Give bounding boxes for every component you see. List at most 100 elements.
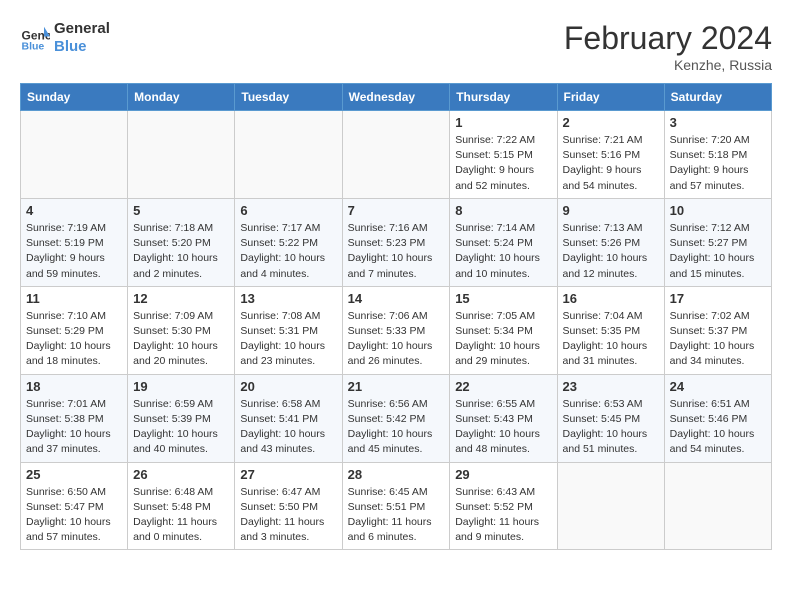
calendar-cell: 16 Sunrise: 7:04 AMSunset: 5:35 PMDayligh… [557,286,664,374]
calendar-cell: 1 Sunrise: 7:22 AMSunset: 5:15 PMDaylight… [450,111,557,199]
day-number: 12 [133,291,229,306]
calendar-cell: 9Sunrise: 7:13 AMSunset: 5:26 PMDaylight… [557,198,664,286]
day-info: Sunrise: 6:43 AMSunset: 5:52 PMDaylight:… [455,485,551,546]
day-info: Sunrise: 7:12 AMSunset: 5:27 PMDaylight:… [670,221,766,282]
weekday-header-saturday: Saturday [664,84,771,111]
day-number: 2 [563,115,659,130]
day-number: 4 [26,203,122,218]
calendar-cell: 26 Sunrise: 6:48 AMSunset: 5:48 PMDayligh… [128,462,235,550]
day-number: 13 [240,291,336,306]
calendar-cell: 4 Sunrise: 7:19 AMSunset: 5:19 PMDaylight… [21,198,128,286]
logo-text-blue: Blue [54,38,110,56]
calendar-cell: 20 Sunrise: 6:58 AMSunset: 5:41 PMDayligh… [235,374,342,462]
day-number: 1 [455,115,551,130]
day-number: 26 [133,467,229,482]
day-info: Sunrise: 7:09 AMSunset: 5:30 PMDaylight:… [133,309,229,370]
day-info: Sunrise: 7:08 AMSunset: 5:31 PMDaylight:… [240,309,336,370]
logo-icon: General Blue [20,23,50,53]
day-number: 24 [670,379,766,394]
calendar-week-row: 4 Sunrise: 7:19 AMSunset: 5:19 PMDaylight… [21,198,772,286]
day-info: Sunrise: 7:01 AMSunset: 5:38 PMDaylight:… [26,397,122,458]
calendar-cell: 10 Sunrise: 7:12 AMSunset: 5:27 PMDayligh… [664,198,771,286]
calendar-cell: 21Sunrise: 6:56 AMSunset: 5:42 PMDayligh… [342,374,450,462]
calendar-cell: 13 Sunrise: 7:08 AMSunset: 5:31 PMDayligh… [235,286,342,374]
calendar-week-row: 1 Sunrise: 7:22 AMSunset: 5:15 PMDaylight… [21,111,772,199]
calendar-week-row: 11 Sunrise: 7:10 AMSunset: 5:29 PMDayligh… [21,286,772,374]
day-info: Sunrise: 7:14 AMSunset: 5:24 PMDaylight:… [455,221,551,282]
calendar-cell: 18 Sunrise: 7:01 AMSunset: 5:38 PMDayligh… [21,374,128,462]
day-info: Sunrise: 6:48 AMSunset: 5:48 PMDaylight:… [133,485,229,546]
calendar-cell: 6 Sunrise: 7:17 AMSunset: 5:22 PMDaylight… [235,198,342,286]
weekday-header-wednesday: Wednesday [342,84,450,111]
day-info: Sunrise: 7:21 AMSunset: 5:16 PMDaylight:… [563,133,659,194]
day-info: Sunrise: 6:47 AMSunset: 5:50 PMDaylight:… [240,485,336,546]
day-info: Sunrise: 7:22 AMSunset: 5:15 PMDaylight:… [455,133,551,194]
day-number: 11 [26,291,122,306]
calendar-cell: 15 Sunrise: 7:05 AMSunset: 5:34 PMDayligh… [450,286,557,374]
day-info: Sunrise: 7:04 AMSunset: 5:35 PMDaylight:… [563,309,659,370]
weekday-header-tuesday: Tuesday [235,84,342,111]
calendar-cell: 23 Sunrise: 6:53 AMSunset: 5:45 PMDayligh… [557,374,664,462]
calendar-cell: 12 Sunrise: 7:09 AMSunset: 5:30 PMDayligh… [128,286,235,374]
calendar-cell: 3Sunrise: 7:20 AMSunset: 5:18 PMDaylight… [664,111,771,199]
day-number: 27 [240,467,336,482]
calendar-cell: 2 Sunrise: 7:21 AMSunset: 5:16 PMDaylight… [557,111,664,199]
day-number: 20 [240,379,336,394]
month-year-title: February 2024 [564,20,772,57]
day-info: Sunrise: 7:16 AMSunset: 5:23 PMDaylight:… [348,221,445,282]
location-subtitle: Kenzhe, Russia [564,57,772,73]
calendar-cell: 29 Sunrise: 6:43 AMSunset: 5:52 PMDayligh… [450,462,557,550]
logo: General Blue General Blue [20,20,110,56]
day-info: Sunrise: 6:58 AMSunset: 5:41 PMDaylight:… [240,397,336,458]
calendar-cell [21,111,128,199]
day-number: 10 [670,203,766,218]
day-info: Sunrise: 7:20 AMSunset: 5:18 PMDaylight:… [670,133,766,194]
day-info: Sunrise: 6:45 AMSunset: 5:51 PMDaylight:… [348,485,445,546]
day-info: Sunrise: 7:18 AMSunset: 5:20 PMDaylight:… [133,221,229,282]
calendar-cell: 25Sunrise: 6:50 AMSunset: 5:47 PMDayligh… [21,462,128,550]
page-header: General Blue General Blue February 2024 … [20,20,772,73]
calendar-week-row: 18 Sunrise: 7:01 AMSunset: 5:38 PMDayligh… [21,374,772,462]
day-number: 28 [348,467,445,482]
calendar-cell: 7 Sunrise: 7:16 AMSunset: 5:23 PMDaylight… [342,198,450,286]
calendar-cell [664,462,771,550]
calendar-cell: 8 Sunrise: 7:14 AMSunset: 5:24 PMDaylight… [450,198,557,286]
weekday-header-thursday: Thursday [450,84,557,111]
svg-text:Blue: Blue [22,40,45,52]
day-info: Sunrise: 7:05 AMSunset: 5:34 PMDaylight:… [455,309,551,370]
day-number: 16 [563,291,659,306]
day-info: Sunrise: 6:53 AMSunset: 5:45 PMDaylight:… [563,397,659,458]
day-info: Sunrise: 6:59 AMSunset: 5:39 PMDaylight:… [133,397,229,458]
calendar-cell: 19 Sunrise: 6:59 AMSunset: 5:39 PMDayligh… [128,374,235,462]
day-number: 22 [455,379,551,394]
day-number: 23 [563,379,659,394]
day-info: Sunrise: 7:02 AMSunset: 5:37 PMDaylight:… [670,309,766,370]
day-number: 17 [670,291,766,306]
day-number: 7 [348,203,445,218]
weekday-header-friday: Friday [557,84,664,111]
day-info: Sunrise: 7:19 AMSunset: 5:19 PMDaylight:… [26,221,122,282]
calendar-cell: 5Sunrise: 7:18 AMSunset: 5:20 PMDaylight… [128,198,235,286]
day-info: Sunrise: 7:13 AMSunset: 5:26 PMDaylight:… [563,221,659,282]
day-info: Sunrise: 6:51 AMSunset: 5:46 PMDaylight:… [670,397,766,458]
day-number: 18 [26,379,122,394]
calendar-cell [128,111,235,199]
day-number: 19 [133,379,229,394]
day-number: 15 [455,291,551,306]
day-number: 8 [455,203,551,218]
day-number: 29 [455,467,551,482]
calendar-cell: 24 Sunrise: 6:51 AMSunset: 5:46 PMDayligh… [664,374,771,462]
calendar-cell: 22 Sunrise: 6:55 AMSunset: 5:43 PMDayligh… [450,374,557,462]
day-number: 25 [26,467,122,482]
day-info: Sunrise: 6:55 AMSunset: 5:43 PMDaylight:… [455,397,551,458]
calendar-cell: 11 Sunrise: 7:10 AMSunset: 5:29 PMDayligh… [21,286,128,374]
weekday-header-sunday: Sunday [21,84,128,111]
day-number: 14 [348,291,445,306]
calendar-cell [342,111,450,199]
day-info: Sunrise: 7:10 AMSunset: 5:29 PMDaylight:… [26,309,122,370]
title-block: February 2024 Kenzhe, Russia [564,20,772,73]
calendar-cell: 28 Sunrise: 6:45 AMSunset: 5:51 PMDayligh… [342,462,450,550]
calendar-week-row: 25Sunrise: 6:50 AMSunset: 5:47 PMDayligh… [21,462,772,550]
day-info: Sunrise: 7:17 AMSunset: 5:22 PMDaylight:… [240,221,336,282]
day-number: 6 [240,203,336,218]
